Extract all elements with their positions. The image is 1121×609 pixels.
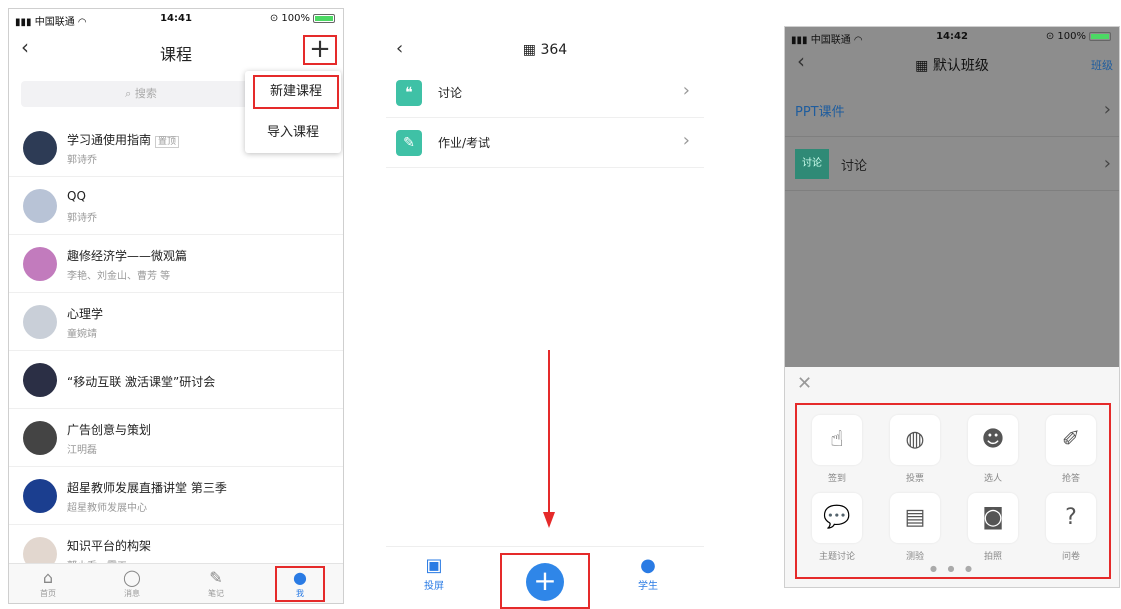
course-item[interactable]: 趣修经济学——微观篇 李艳、刘金山、曹芳 等 <box>9 235 343 293</box>
note-icon: ✎ <box>209 568 223 587</box>
person-check-icon: ☻ <box>968 415 1018 465</box>
course-cover <box>23 305 57 339</box>
course-item[interactable]: 心理学 童婉靖 <box>9 293 343 351</box>
course-teacher: 郭诗乔 <box>67 213 97 224</box>
question-icon: ? <box>1046 493 1096 543</box>
arrow-annotation <box>543 350 555 528</box>
course-teacher: 李艳、刘金山、曹芳 等 <box>67 271 171 282</box>
course-item[interactable]: 超星教师发展直播讲堂 第三季 超星教师发展中心 <box>9 467 343 525</box>
new-course-item[interactable]: 新建课程 <box>253 75 339 109</box>
topic-discussion-item[interactable]: 💬 主题讨论 <box>807 493 867 562</box>
tab-me[interactable]: ● 我 <box>275 566 325 602</box>
document-icon: ▤ <box>890 493 940 543</box>
course-teacher: 郭诗乔 <box>67 155 97 166</box>
search-icon: ⌕ <box>125 87 132 100</box>
course-title: “移动互联 激活课堂”研讨会 <box>67 375 216 389</box>
user-icon: ● <box>293 568 307 587</box>
course-cover <box>23 479 57 513</box>
discussion-row[interactable]: ❝ 讨论 › <box>386 68 704 118</box>
add-menu: 新建课程 导入课程 <box>245 71 341 153</box>
class-link[interactable]: 班级 <box>1091 57 1113 73</box>
qrcode-icon: ▦ <box>522 42 537 58</box>
course-cover <box>23 247 57 281</box>
course-teacher: 江明磊 <box>67 445 97 456</box>
chevron-right-icon: › <box>682 130 690 151</box>
person-icon: ● <box>640 555 656 576</box>
battery-text: 100% <box>281 13 310 24</box>
course-title: 心理学 <box>67 307 104 321</box>
quiz-item[interactable]: ▤ 测验 <box>885 493 945 562</box>
course-title: 趣修经济学——微观篇 <box>67 249 188 263</box>
course-cover <box>23 189 57 223</box>
tab-students[interactable]: ● 学生 <box>626 555 670 592</box>
course-cover <box>23 421 57 455</box>
questionnaire-item[interactable]: ? 问卷 <box>1041 493 1101 562</box>
import-course-item[interactable]: 导入课程 <box>245 115 341 151</box>
quick-answer-item[interactable]: ✐ 抢答 <box>1041 415 1101 484</box>
bar-chart-icon: ◍ <box>890 415 940 465</box>
activity-sheet: ✕ ☝ 签到 ◍ 投票 ☻ 选人 ✐ 抢答 💬 主题讨论 ▤ 测验 ◙ 拍照 ? 问卷 ● ● … <box>785 367 1119 587</box>
chat-bubble-icon: 💬 <box>812 493 862 543</box>
course-title: QQ <box>67 189 86 203</box>
activity-sheet-screen: ▮▮▮ 中国联通 ◠ 14:42 ⊙ 100% ‹ ▦ 默认班级 班级 PPT课… <box>784 26 1120 588</box>
camera-icon: ◙ <box>968 493 1018 543</box>
battery-icon <box>1089 31 1111 41</box>
page-title: ▦ 默认班级 <box>915 58 989 74</box>
homework-row[interactable]: ✎ 作业/考试 › <box>386 118 704 168</box>
close-icon[interactable]: ✕ <box>797 373 812 394</box>
course-title: 知识平台的构架 <box>67 539 152 553</box>
discussion-row[interactable]: 讨论 讨论 › <box>785 139 1119 191</box>
ppt-row[interactable]: PPT课件 › <box>785 85 1119 137</box>
add-activity-button[interactable]: + <box>526 563 564 601</box>
alarm-icon: ⊙ <box>269 13 279 24</box>
course-cover <box>23 363 57 397</box>
chat-bubble-icon: ◯ <box>123 568 141 587</box>
add-activity-highlight: + <box>500 553 590 609</box>
edit-icon: ✎ <box>396 130 422 156</box>
course-list-screen: ▮▮▮ 中国联通 ◠ 14:41 ⊙ 100% ‹ 课程 + ⌕ 搜索 学习通使… <box>8 8 344 604</box>
pinned-badge: 置顶 <box>155 136 180 148</box>
add-course-button[interactable]: + <box>303 35 337 65</box>
tap-icon: ☝ <box>812 415 862 465</box>
tab-bar: ▣ 投屏 + ● 学生 <box>386 546 704 609</box>
chevron-right-icon: › <box>1103 99 1111 120</box>
chat-icon: ❝ <box>396 80 422 106</box>
page-title: 课程 <box>159 45 192 64</box>
pick-person-item[interactable]: ☻ 选人 <box>963 415 1023 484</box>
course-teacher: 超星教师发展中心 <box>67 503 147 514</box>
course-item[interactable]: 广告创意与策划 江明磊 <box>9 409 343 467</box>
qrcode-icon: ▦ <box>915 58 929 74</box>
course-cover <box>23 131 57 165</box>
search-input[interactable]: ⌕ 搜索 <box>21 81 261 107</box>
status-bar: ▮▮▮ 中国联通 ◠ 14:41 ⊙ 100% <box>9 9 343 29</box>
nav-bar: ‹ 课程 + <box>9 31 343 71</box>
vote-item[interactable]: ◍ 投票 <box>885 415 945 484</box>
page-dots[interactable]: ● ● ● <box>797 564 1109 573</box>
tab-notes[interactable]: ✎ 笔记 <box>191 568 241 599</box>
alarm-icon: ⊙ <box>1045 31 1055 42</box>
tab-messages[interactable]: ◯ 消息 <box>107 568 157 599</box>
tab-bar: ⌂ 首页 ◯ 消息 ✎ 笔记 ● 我 <box>9 563 343 603</box>
status-bar: ▮▮▮ 中国联通 ◠ 14:42 ⊙ 100% <box>785 27 1119 47</box>
course-title: 学习通使用指南 置顶 <box>67 131 180 148</box>
photo-item[interactable]: ◙ 拍照 <box>963 493 1023 562</box>
course-item[interactable]: QQ 郭诗乔 <box>9 177 343 235</box>
screen-icon: ▣ <box>425 555 443 576</box>
page-title: ▦ 364 <box>522 42 568 58</box>
discussion-badge: 讨论 <box>795 149 829 179</box>
chevron-right-icon: › <box>1103 153 1111 174</box>
class-detail-screen: ‹ ▦ 364 ❝ 讨论 › ✎ 作业/考试 › ▣ 投屏 + ● 学生 <box>386 30 704 609</box>
course-title: 超星教师发展直播讲堂 第三季 <box>67 481 227 495</box>
battery-icon <box>313 13 335 23</box>
course-teacher: 童婉靖 <box>67 329 97 340</box>
microphone-icon: ✐ <box>1046 415 1096 465</box>
tab-screencast[interactable]: ▣ 投屏 <box>412 555 456 592</box>
course-title: 广告创意与策划 <box>67 423 152 437</box>
tab-home[interactable]: ⌂ 首页 <box>23 568 73 599</box>
course-item[interactable]: “移动互联 激活课堂”研讨会 <box>9 351 343 409</box>
home-icon: ⌂ <box>42 568 54 587</box>
checkin-item[interactable]: ☝ 签到 <box>807 415 867 484</box>
chevron-right-icon: › <box>682 80 690 101</box>
activity-grid: ☝ 签到 ◍ 投票 ☻ 选人 ✐ 抢答 💬 主题讨论 ▤ 测验 ◙ 拍照 ? 问卷 ● ● ● <box>795 403 1111 579</box>
